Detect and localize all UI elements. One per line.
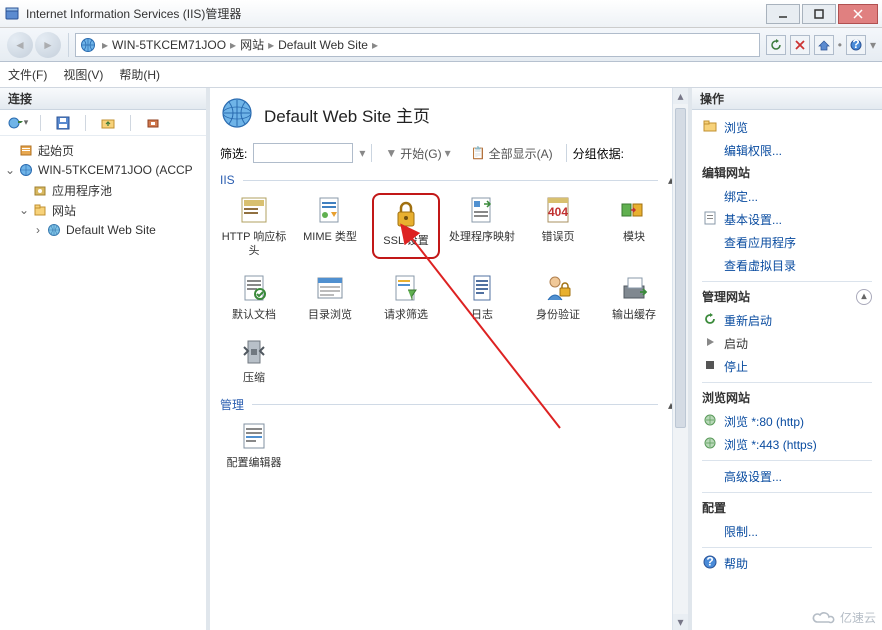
connections-header: 连接 <box>0 88 206 110</box>
menu-help[interactable]: 帮助(H) <box>119 66 160 83</box>
tree-sites[interactable]: ⌄网站 <box>18 200 202 220</box>
iis-group: IIS▴ HTTP 响应标头 MIME 类型 SSL 设置 处理程序映射 404… <box>220 173 678 386</box>
window-title: Internet Information Services (IIS)管理器 <box>26 5 764 22</box>
breadcrumb-seg[interactable]: WIN-5TKCEM71JOO <box>108 38 230 52</box>
filter-show-all-button[interactable]: 📋全部显示(A) <box>464 143 560 163</box>
restart-icon <box>702 311 718 327</box>
filter-input[interactable] <box>253 143 353 163</box>
browse-icon <box>702 435 718 451</box>
folder-up-icon[interactable] <box>96 114 120 132</box>
save-icon[interactable] <box>51 114 75 132</box>
item-handlers[interactable]: 处理程序映射 <box>448 193 516 259</box>
browse-icon <box>702 412 718 428</box>
action-stop[interactable]: 停止 <box>702 355 872 378</box>
action-view-vdirs[interactable]: 查看虚拟目录 <box>702 254 872 277</box>
globe-icon <box>80 37 96 53</box>
item-request-filter[interactable]: 请求筛选 <box>372 271 440 323</box>
tree-start-page[interactable]: 起始页 <box>4 140 202 160</box>
action-explore[interactable]: 浏览 <box>702 116 872 139</box>
item-dir-browse[interactable]: 目录浏览 <box>296 271 364 323</box>
actions-panel: 操作 浏览 编辑权限... 编辑网站 绑定... 基本设置... 查看应用程序 … <box>692 88 882 630</box>
nav-stop-icon[interactable] <box>790 35 810 55</box>
action-basic-settings[interactable]: 基本设置... <box>702 208 872 231</box>
action-help[interactable]: ?帮助 <box>702 552 872 575</box>
tree-default-site[interactable]: ›Default Web Site <box>32 220 202 240</box>
connections-toolbar: ▾ <box>0 110 206 136</box>
page-title: Default Web Site 主页 <box>264 102 430 127</box>
menu-bar: 文件(F) 视图(V) 帮助(H) <box>0 62 882 88</box>
tree-app-pools[interactable]: 应用程序池 <box>18 180 202 200</box>
mgmt-group: 管理▴ 配置编辑器 <box>220 396 678 471</box>
connections-panel: 连接 ▾ 起始页 ⌄WIN-5TKCEM71JOO (ACCP 应用程序池 ⌄网… <box>0 88 210 630</box>
breadcrumb[interactable]: ▸ WIN-5TKCEM71JOO ▸ 网站 ▸ Default Web Sit… <box>75 33 760 57</box>
group-by-label: 分组依据: <box>573 145 624 162</box>
breadcrumb-seg[interactable]: Default Web Site <box>274 38 372 52</box>
item-default-doc[interactable]: 默认文档 <box>220 271 288 323</box>
center-scrollbar[interactable]: ▴ ▾ <box>672 88 688 630</box>
item-mime[interactable]: MIME 类型 <box>296 193 364 259</box>
filter-go-button[interactable]: ▼开始(G)▾ <box>378 143 457 163</box>
stop-icon <box>702 357 718 373</box>
minimize-button[interactable] <box>766 4 800 24</box>
action-start[interactable]: 启动 <box>702 332 872 355</box>
stop-server-icon[interactable] <box>141 114 165 132</box>
collapse-button[interactable]: ▴ <box>856 289 872 305</box>
nav-back-button[interactable]: ◄ <box>7 32 33 58</box>
center-panel: Default Web Site 主页 筛选: ▾ ▼开始(G)▾ 📋全部显示(… <box>210 88 692 630</box>
connections-tree: 起始页 ⌄WIN-5TKCEM71JOO (ACCP 应用程序池 ⌄网站 ›De… <box>0 136 206 244</box>
item-error-pages[interactable]: 404错误页 <box>524 193 592 259</box>
menu-view[interactable]: 视图(V) <box>63 66 103 83</box>
main-area: 连接 ▾ 起始页 ⌄WIN-5TKCEM71JOO (ACCP 应用程序池 ⌄网… <box>0 88 882 630</box>
tree-server[interactable]: ⌄WIN-5TKCEM71JOO (ACCP <box>4 160 202 180</box>
action-limits[interactable]: 限制... <box>702 520 872 543</box>
item-http-headers[interactable]: HTTP 响应标头 <box>220 193 288 259</box>
item-logging[interactable]: 日志 <box>448 271 516 323</box>
connect-icon[interactable]: ▾ <box>6 114 30 132</box>
close-button[interactable] <box>838 4 878 24</box>
action-restart[interactable]: 重新启动 <box>702 309 872 332</box>
filter-label: 筛选: <box>220 145 247 162</box>
nav-refresh-icon[interactable] <box>766 35 786 55</box>
nav-home-icon[interactable] <box>814 35 834 55</box>
action-edit-perms[interactable]: 编辑权限... <box>702 139 872 162</box>
help-icon: ? <box>702 554 718 570</box>
action-bindings[interactable]: 绑定... <box>702 185 872 208</box>
filter-bar: 筛选: ▾ ▼开始(G)▾ 📋全部显示(A) 分组依据: <box>220 143 678 163</box>
nav-forward-button[interactable]: ► <box>35 32 61 58</box>
svg-text:?: ? <box>852 39 859 51</box>
action-browse-443[interactable]: 浏览 *:443 (https) <box>702 433 872 456</box>
separator <box>68 33 69 57</box>
item-modules[interactable]: 模块 <box>600 193 668 259</box>
site-globe-icon <box>220 96 254 133</box>
play-icon <box>702 334 718 350</box>
item-ssl[interactable]: SSL 设置 <box>372 193 440 259</box>
item-compress[interactable]: 压缩 <box>220 334 288 386</box>
action-adv-settings[interactable]: 高级设置... <box>702 465 872 488</box>
actions-header: 操作 <box>692 88 882 110</box>
nav-help-icon[interactable]: ? <box>846 35 866 55</box>
action-browse-80[interactable]: 浏览 *:80 (http) <box>702 410 872 433</box>
action-view-apps[interactable]: 查看应用程序 <box>702 231 872 254</box>
item-auth[interactable]: 身份验证 <box>524 271 592 323</box>
maximize-button[interactable] <box>802 4 836 24</box>
svg-text:404: 404 <box>548 205 568 219</box>
breadcrumb-seg[interactable]: 网站 <box>236 36 268 53</box>
item-output-cache[interactable]: 输出缓存 <box>600 271 668 323</box>
watermark: 亿速云 <box>810 609 876 626</box>
app-icon <box>4 6 20 22</box>
nav-bar: ◄ ► ▸ WIN-5TKCEM71JOO ▸ 网站 ▸ Default Web… <box>0 28 882 62</box>
item-config-editor[interactable]: 配置编辑器 <box>220 419 288 471</box>
svg-text:?: ? <box>706 555 713 569</box>
menu-file[interactable]: 文件(F) <box>8 66 47 83</box>
folder-open-icon <box>702 118 718 134</box>
document-icon <box>702 210 718 226</box>
title-bar: Internet Information Services (IIS)管理器 <box>0 0 882 28</box>
